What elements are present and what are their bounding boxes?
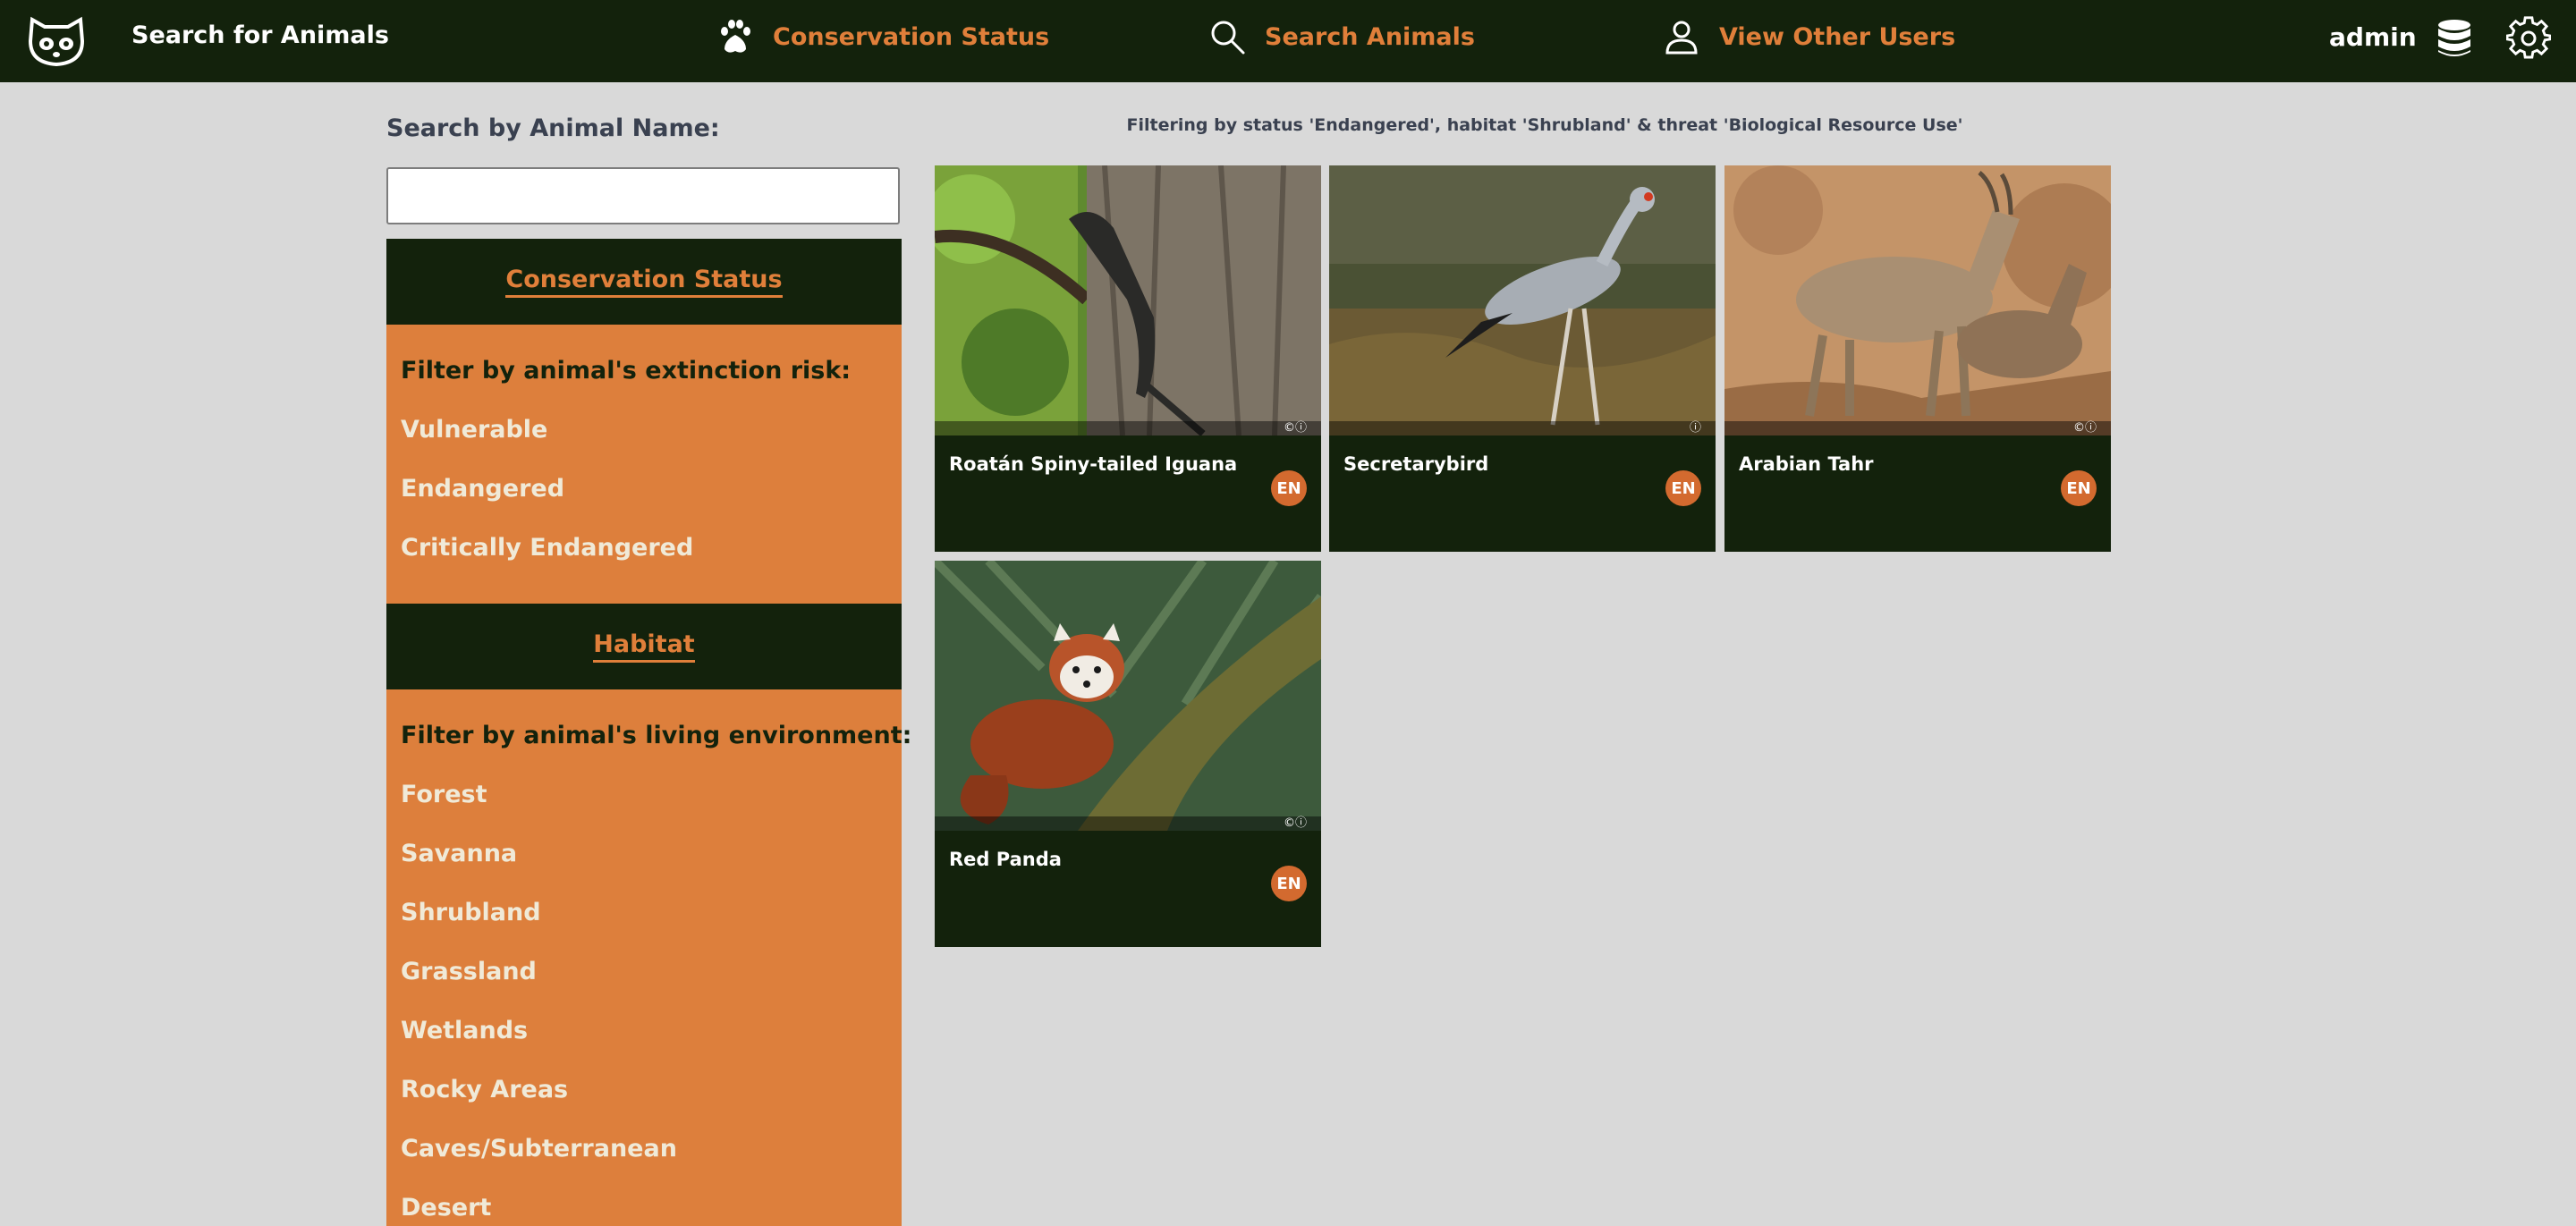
habitat-title[interactable]: Habitat	[593, 630, 695, 663]
photo-credit-strip	[1329, 421, 1716, 435]
photo-credit-strip	[1724, 421, 2111, 435]
status-badge: EN	[1665, 470, 1701, 506]
conservation-status-title[interactable]: Conservation Status	[505, 266, 783, 298]
user-icon	[1665, 21, 1698, 55]
status-option-endangered[interactable]: Endangered	[401, 471, 564, 507]
nav-users-label: View Other Users	[1719, 22, 1956, 51]
habitat-option-shrubland[interactable]: Shrubland	[401, 895, 541, 931]
animal-card[interactable]: ©ⓘ Red Panda EN	[935, 561, 1321, 947]
conservation-status-header: Conservation Status	[386, 239, 902, 325]
habitat-option-forest[interactable]: Forest	[401, 777, 487, 813]
animal-card[interactable]: ©ⓘ Arabian Tahr EN	[1724, 165, 2111, 552]
animal-photo-arabian-tahr	[1724, 165, 2111, 435]
habitat-header: Habitat	[386, 604, 902, 689]
animal-name: Red Panda	[949, 849, 1062, 870]
animal-photo-iguana	[935, 165, 1321, 435]
animal-photo-secretarybird	[1329, 165, 1716, 435]
database-icon[interactable]	[2435, 18, 2474, 59]
habitat-option-grassland[interactable]: Grassland	[401, 954, 537, 990]
active-filter-description: Filtering by status 'Endangered', habita…	[1126, 115, 1963, 135]
animal-name: Roatán Spiny-tailed Iguana	[949, 453, 1238, 475]
photo-credit-strip	[935, 816, 1321, 831]
extinction-risk-heading: Filter by animal's extinction risk:	[401, 357, 852, 385]
status-badge: EN	[1271, 470, 1307, 506]
search-label: Search by Animal Name:	[386, 114, 720, 142]
creative-commons-icon: ©ⓘ	[1283, 816, 1307, 830]
habitat-option-caves-subterranean[interactable]: Caves/Subterranean	[401, 1131, 677, 1167]
creative-commons-icon: ©ⓘ	[1283, 421, 1307, 435]
animal-name: Secretarybird	[1343, 453, 1489, 475]
habitat-option-desert[interactable]: Desert	[401, 1190, 491, 1226]
living-environment-heading: Filter by animal's living environment:	[401, 722, 912, 749]
nav-search-label: Search Animals	[1265, 22, 1475, 51]
nav-conservation-label: Conservation Status	[773, 22, 1050, 51]
animal-card[interactable]: ⓘ Secretarybird EN	[1329, 165, 1716, 552]
nav-view-other-users[interactable]: View Other Users	[1662, 16, 1955, 57]
animal-photo-red-panda	[935, 561, 1321, 831]
habitat-panel: Filter by animal's living environment: F…	[386, 689, 911, 1226]
photo-credit-strip	[935, 421, 1321, 435]
animal-name-search-input[interactable]	[386, 167, 900, 224]
habitat-option-rocky-areas[interactable]: Rocky Areas	[401, 1072, 568, 1108]
animal-name: Arabian Tahr	[1739, 453, 1874, 475]
status-badge: EN	[2061, 470, 2097, 506]
status-option-critically-endangered[interactable]: Critically Endangered	[401, 530, 693, 566]
paw-icon	[721, 20, 750, 53]
habitat-option-wetlands[interactable]: Wetlands	[401, 1013, 528, 1049]
status-badge: EN	[1271, 866, 1307, 901]
animal-card[interactable]: ©ⓘ Roatán Spiny-tailed Iguana EN	[935, 165, 1321, 552]
gear-icon[interactable]	[2506, 16, 2551, 61]
top-nav-bar: Search for Animals Conservation Status S…	[0, 0, 2576, 82]
current-username[interactable]: admin	[2329, 19, 2417, 56]
status-option-vulnerable[interactable]: Vulnerable	[401, 412, 547, 448]
app-title[interactable]: Search for Animals	[131, 18, 389, 54]
nav-search-animals[interactable]: Search Animals	[1208, 16, 1475, 57]
red-panda-logo-icon[interactable]	[27, 14, 86, 68]
creative-commons-icon: ©ⓘ	[2072, 421, 2097, 435]
habitat-option-savanna[interactable]: Savanna	[401, 836, 517, 872]
conservation-status-panel: Filter by animal's extinction risk: Vuln…	[386, 325, 902, 604]
nav-conservation-status[interactable]: Conservation Status	[716, 16, 1049, 57]
creative-commons-icon: ⓘ	[1689, 421, 1701, 435]
search-icon	[1211, 21, 1245, 55]
